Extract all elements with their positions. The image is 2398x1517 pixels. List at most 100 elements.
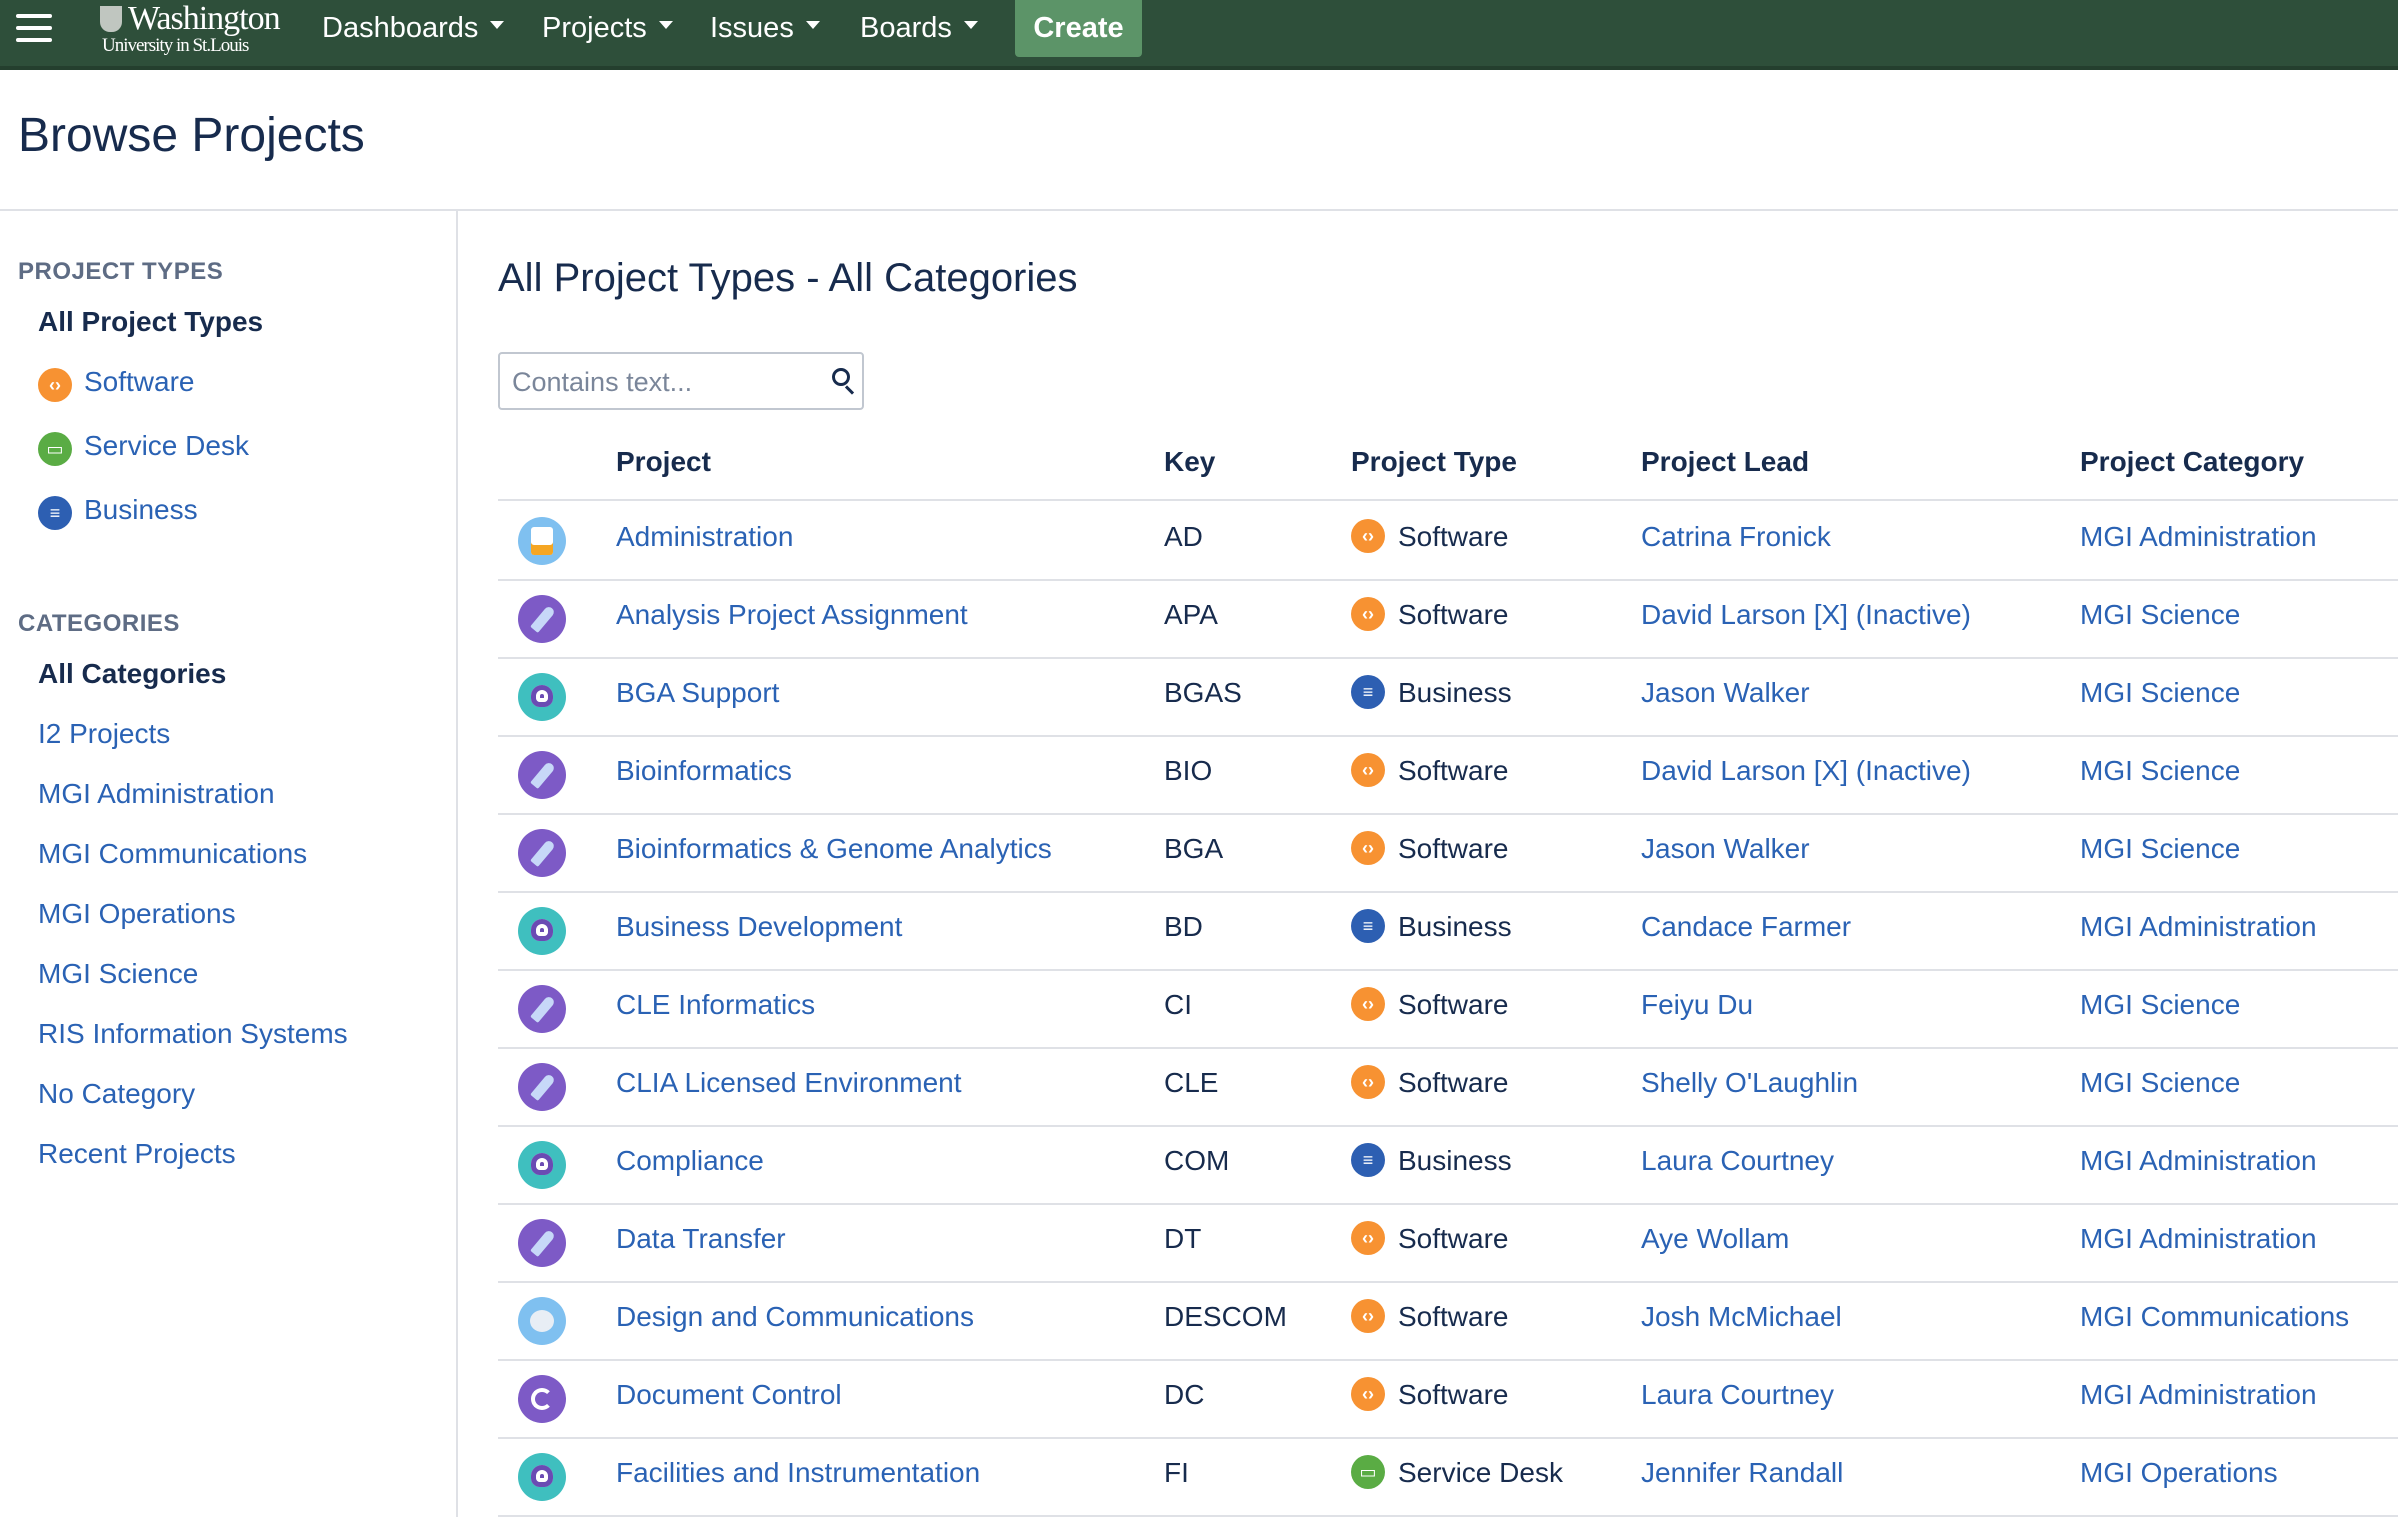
sidebar-item-mgi-science[interactable]: MGI Science xyxy=(38,958,198,990)
rocket-avatar-icon[interactable] xyxy=(518,1219,566,1267)
service-desk-icon: ▭ xyxy=(38,432,72,466)
sidebar-item-all-categories[interactable]: All Categories xyxy=(38,658,226,690)
project-type: Business xyxy=(1398,911,1512,942)
menu-icon[interactable] xyxy=(16,14,52,46)
rocket-avatar-icon[interactable] xyxy=(518,985,566,1033)
sidebar-item-ris-information-systems[interactable]: RIS Information Systems xyxy=(38,1018,348,1050)
sidebar-item-recent-projects[interactable]: Recent Projects xyxy=(38,1138,236,1170)
project-category-link[interactable]: MGI Science xyxy=(2080,989,2240,1021)
monster-avatar-icon[interactable] xyxy=(518,1453,566,1501)
project-lead-link[interactable]: David Larson [X] (Inactive) xyxy=(1641,755,1971,787)
project-category-link[interactable]: MGI Operations xyxy=(2080,1457,2278,1489)
software-icon: ‹› xyxy=(1351,1221,1385,1255)
sync-avatar-icon[interactable] xyxy=(518,1375,566,1423)
project-category-link[interactable]: MGI Science xyxy=(2080,833,2240,865)
column-header-key[interactable]: Key xyxy=(1164,446,1215,478)
project-lead-link[interactable]: Shelly O'Laughlin xyxy=(1641,1067,1858,1099)
project-name-link[interactable]: Bioinformatics xyxy=(616,755,792,787)
project-key: BGAS xyxy=(1164,677,1242,708)
project-category-link[interactable]: MGI Administration xyxy=(2080,911,2317,943)
column-header-project-category[interactable]: Project Category xyxy=(2080,446,2304,478)
nav-issues-label: Issues xyxy=(710,11,794,44)
business-icon: ≡ xyxy=(1351,909,1385,943)
project-lead-link[interactable]: Aye Wollam xyxy=(1641,1223,1789,1255)
create-button[interactable]: Create xyxy=(1015,0,1142,57)
project-lead-link[interactable]: Jennifer Randall xyxy=(1641,1457,1843,1489)
sidebar-item-mgi-operations[interactable]: MGI Operations xyxy=(38,898,236,930)
project-lead-link[interactable]: Laura Courtney xyxy=(1641,1145,1834,1177)
nav-issues[interactable]: Issues xyxy=(710,0,820,56)
project-name-link[interactable]: Business Development xyxy=(616,911,902,943)
rocket-avatar-icon[interactable] xyxy=(518,829,566,877)
search-box xyxy=(498,352,864,410)
monster-avatar-icon[interactable] xyxy=(518,1141,566,1189)
project-lead-link[interactable]: Jason Walker xyxy=(1641,833,1810,865)
project-name-link[interactable]: Document Control xyxy=(616,1379,842,1411)
project-category-link[interactable]: MGI Science xyxy=(2080,1067,2240,1099)
project-lead-link[interactable]: Laura Courtney xyxy=(1641,1379,1834,1411)
sidebar-item-mgi-administration[interactable]: MGI Administration xyxy=(38,778,275,810)
project-type: Service Desk xyxy=(1398,1457,1563,1488)
project-category-link[interactable]: MGI Science xyxy=(2080,755,2240,787)
sidebar-item-business[interactable]: ≡ Business xyxy=(38,494,198,530)
project-category-link[interactable]: MGI Communications xyxy=(2080,1301,2349,1333)
sidebar-item-mgi-communications[interactable]: MGI Communications xyxy=(38,838,307,870)
project-category-link[interactable]: MGI Administration xyxy=(2080,521,2317,553)
project-category-link[interactable]: MGI Administration xyxy=(2080,1379,2317,1411)
sidebar-item-label: Service Desk xyxy=(84,430,249,461)
nav-projects[interactable]: Projects xyxy=(542,0,673,56)
project-type: Software xyxy=(1398,755,1509,786)
sidebar-item-software[interactable]: ‹› Software xyxy=(38,366,195,402)
rocket-avatar-icon[interactable] xyxy=(518,751,566,799)
chevron-down-icon xyxy=(658,21,673,29)
column-header-project-type[interactable]: Project Type xyxy=(1351,446,1517,478)
project-lead-link[interactable]: Candace Farmer xyxy=(1641,911,1851,943)
rocket-avatar-icon[interactable] xyxy=(518,1063,566,1111)
project-category-link[interactable]: MGI Science xyxy=(2080,677,2240,709)
sidebar-item-no-category[interactable]: No Category xyxy=(38,1078,195,1110)
project-name-link[interactable]: Facilities and Instrumentation xyxy=(616,1457,980,1489)
monster-avatar-icon[interactable] xyxy=(518,907,566,955)
pencil-avatar-icon[interactable] xyxy=(518,517,566,565)
project-key: BGA xyxy=(1164,833,1224,864)
project-lead-link[interactable]: Feiyu Du xyxy=(1641,989,1753,1021)
project-name-link[interactable]: Compliance xyxy=(616,1145,764,1177)
nav-boards[interactable]: Boards xyxy=(860,0,978,56)
project-name-link[interactable]: Bioinformatics & Genome Analytics xyxy=(616,833,1052,865)
sidebar-item-service-desk[interactable]: ▭ Service Desk xyxy=(38,430,249,466)
project-lead-link[interactable]: Josh McMichael xyxy=(1641,1301,1842,1333)
column-header-project[interactable]: Project xyxy=(616,446,711,478)
project-category-link[interactable]: MGI Science xyxy=(2080,599,2240,631)
project-key: APA xyxy=(1164,599,1218,630)
project-lead-link[interactable]: David Larson [X] (Inactive) xyxy=(1641,599,1971,631)
software-icon: ‹› xyxy=(1351,1377,1385,1411)
project-category-link[interactable]: MGI Administration xyxy=(2080,1145,2317,1177)
table-row: Facilities and Instrumentation FI ▭ Service… xyxy=(498,1437,2398,1517)
monster-avatar-icon[interactable] xyxy=(518,673,566,721)
chevron-down-icon xyxy=(963,21,978,29)
sidebar-item-i2-projects[interactable]: I2 Projects xyxy=(38,718,170,750)
project-lead-link[interactable]: Jason Walker xyxy=(1641,677,1810,709)
project-name-link[interactable]: BGA Support xyxy=(616,677,779,709)
table-row: Design and Communications DESCOM ‹› Softwar… xyxy=(498,1281,2398,1361)
business-icon: ≡ xyxy=(1351,675,1385,709)
project-type: Software xyxy=(1398,1223,1509,1254)
nav-boards-label: Boards xyxy=(860,11,952,44)
search-input[interactable] xyxy=(510,362,814,402)
project-name-link[interactable]: Administration xyxy=(616,521,793,553)
project-name-link[interactable]: CLE Informatics xyxy=(616,989,815,1021)
project-name-link[interactable]: Data Transfer xyxy=(616,1223,786,1255)
project-lead-link[interactable]: Catrina Fronick xyxy=(1641,521,1831,553)
project-name-link[interactable]: Analysis Project Assignment xyxy=(616,599,968,631)
project-name-link[interactable]: CLIA Licensed Environment xyxy=(616,1067,962,1099)
column-header-project-lead[interactable]: Project Lead xyxy=(1641,446,1809,478)
koala-avatar-icon[interactable] xyxy=(518,1297,566,1345)
sidebar-item-all-project-types[interactable]: All Project Types xyxy=(38,306,263,338)
nav-dashboards[interactable]: Dashboards xyxy=(322,0,505,56)
table-row: Document Control DC ‹› Software Laura Courtn… xyxy=(498,1359,2398,1439)
project-category-link[interactable]: MGI Administration xyxy=(2080,1223,2317,1255)
top-navigation-bar: Washington University in St.Louis Dashbo… xyxy=(0,0,2398,70)
search-icon[interactable] xyxy=(832,368,850,386)
rocket-avatar-icon[interactable] xyxy=(518,595,566,643)
project-name-link[interactable]: Design and Communications xyxy=(616,1301,974,1333)
